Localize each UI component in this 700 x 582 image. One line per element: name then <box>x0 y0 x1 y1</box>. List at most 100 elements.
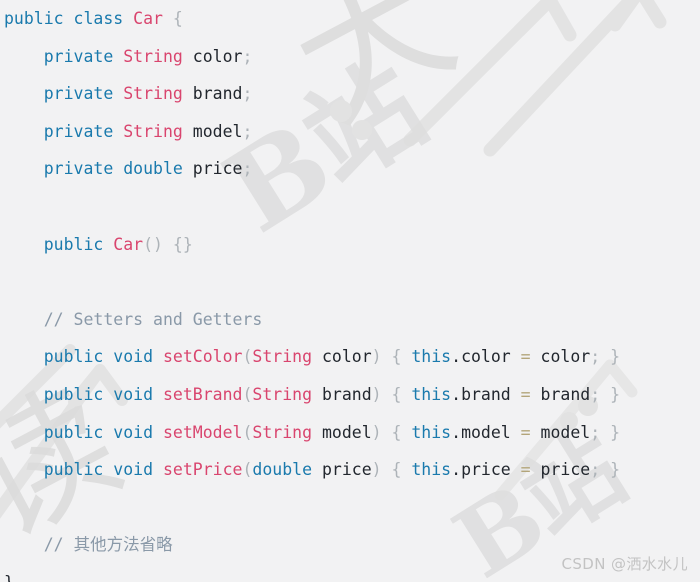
code-token: this <box>411 384 452 404</box>
code-token: color <box>540 347 591 367</box>
code-token: ; <box>590 384 601 404</box>
code-token: color <box>321 347 372 367</box>
code-token: price <box>321 460 372 480</box>
code-token: { <box>391 460 402 480</box>
code-token: brand <box>321 384 372 404</box>
code-token: public <box>43 234 104 254</box>
code-token: String <box>252 347 313 367</box>
code-token: // <box>43 535 74 555</box>
code-token: ; <box>242 121 253 141</box>
code-line: public void setPrice(double price) { thi… <box>0 451 700 489</box>
code-line: private String model; <box>0 113 700 151</box>
code-token: ; <box>242 46 253 66</box>
code-token: price <box>461 460 511 480</box>
code-token: ) <box>371 347 382 367</box>
code-token: . <box>451 422 462 442</box>
code-token: ) <box>371 460 382 480</box>
code-token: ; <box>242 84 253 104</box>
code-token: Car <box>133 9 163 28</box>
code-token: // Setters and Getters <box>43 309 263 329</box>
code-token: () <box>143 234 163 254</box>
code-token: . <box>451 384 462 404</box>
code-token: public <box>43 384 104 404</box>
code-token: ) <box>371 422 382 442</box>
code-line: private String brand; <box>0 75 700 113</box>
code-token: brand <box>461 384 511 404</box>
code-token: price <box>540 460 591 480</box>
code-token: double <box>123 159 183 179</box>
code-token: ( <box>242 347 253 367</box>
code-token: ( <box>242 460 253 480</box>
code-token: color <box>461 347 511 367</box>
code-token: brand <box>540 384 591 404</box>
code-token: ( <box>242 384 253 404</box>
code-token: this <box>411 347 452 367</box>
code-token: model <box>540 422 591 442</box>
csdn-author-watermark: CSDN @洒水水儿 <box>561 555 688 573</box>
code-token: model <box>321 422 372 442</box>
code-token: class <box>73 9 124 28</box>
java-code-listing: public class Car { private String color;… <box>0 0 700 582</box>
code-token: double <box>252 460 313 480</box>
code-line: // Setters and Getters <box>0 301 700 339</box>
code-token: public <box>4 9 64 28</box>
code-token: String <box>123 121 183 141</box>
code-token: { <box>391 384 402 404</box>
code-line: public Car() {} <box>0 226 700 264</box>
code-line: public class Car { <box>0 0 700 38</box>
code-token: private <box>43 121 114 141</box>
code-token: setColor <box>162 347 243 367</box>
code-token: private <box>43 159 114 179</box>
code-token: setModel <box>162 422 243 442</box>
code-token: void <box>113 422 154 442</box>
code-token: . <box>451 347 462 367</box>
code-line: private String color; <box>0 38 700 76</box>
code-token: public <box>43 460 104 480</box>
code-line: public void setBrand(String brand) { thi… <box>0 376 700 414</box>
code-token: String <box>123 84 183 104</box>
code-token: } <box>610 384 621 404</box>
code-token: brand <box>192 84 243 104</box>
code-token: } <box>610 422 621 442</box>
code-snippet-surface: 大 读 B站 B站 public class Car { private Str… <box>0 0 700 582</box>
code-token: String <box>252 422 313 442</box>
code-line: public void setColor(String color) { thi… <box>0 338 700 376</box>
code-token: ( <box>242 422 253 442</box>
code-token: } <box>4 573 14 582</box>
code-token: model <box>192 121 243 141</box>
code-token: ) <box>371 384 382 404</box>
